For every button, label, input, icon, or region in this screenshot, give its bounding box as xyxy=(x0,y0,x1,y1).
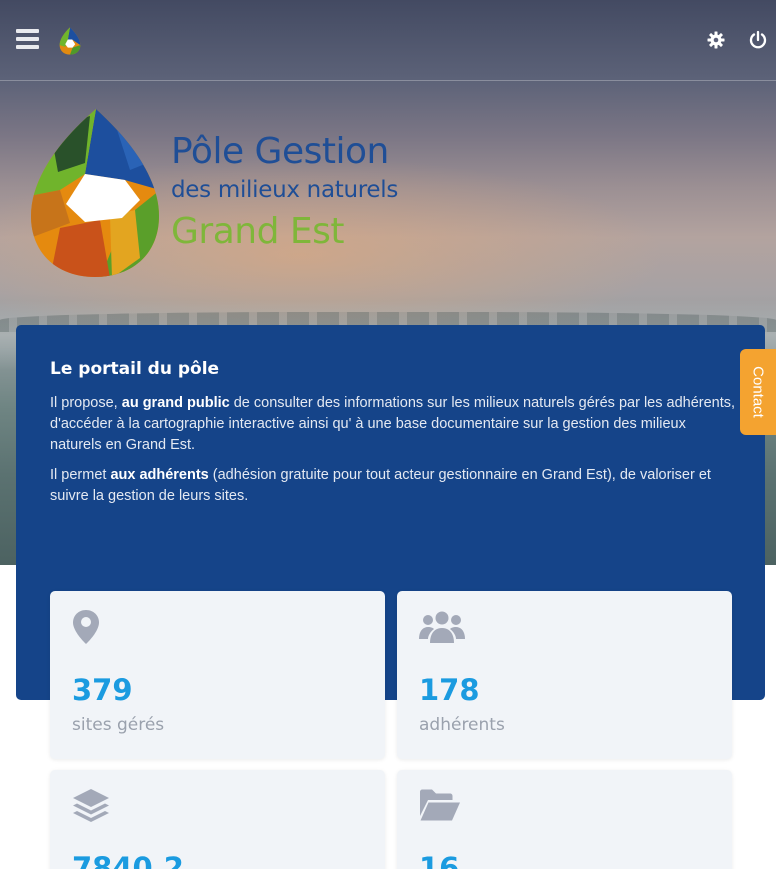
stat-label: sites gérés xyxy=(72,715,165,735)
gear-icon[interactable] xyxy=(706,30,726,50)
folder-open-icon xyxy=(420,789,460,821)
brand-subtitle: des milieux naturels xyxy=(171,177,399,203)
users-icon xyxy=(419,611,465,643)
stat-card-area[interactable]: 7840,2 xyxy=(50,770,385,869)
hamburger-icon[interactable] xyxy=(16,29,39,51)
stat-value: 178 xyxy=(419,673,480,707)
top-bar xyxy=(0,0,776,81)
portal-title: Le portail du pôle xyxy=(50,359,220,379)
stat-card-members[interactable]: 178 adhérents xyxy=(397,591,732,759)
stat-label: adhérents xyxy=(419,715,505,735)
portal-paragraph-members: Il permet aux adhérents (adhésion gratui… xyxy=(50,467,711,504)
map-marker-icon xyxy=(73,610,99,644)
contact-tab[interactable]: Contact xyxy=(740,349,776,435)
stat-card-documents[interactable]: 16 xyxy=(397,770,732,869)
stat-value: 379 xyxy=(72,673,133,707)
layers-icon xyxy=(73,789,109,822)
portal-paragraph-public: Il propose, au grand public de consulter… xyxy=(50,395,736,453)
pole-logo-icon[interactable] xyxy=(57,27,83,55)
stat-value: 7840,2 xyxy=(72,851,184,869)
stat-value: 16 xyxy=(419,851,460,869)
brand-region: Grand Est xyxy=(171,211,345,252)
brand-logo xyxy=(31,109,159,277)
brand-title: Pôle Gestion xyxy=(171,131,389,172)
power-icon[interactable] xyxy=(748,30,768,50)
stat-card-sites[interactable]: 379 sites gérés xyxy=(50,591,385,759)
contact-label: Contact xyxy=(749,366,767,418)
